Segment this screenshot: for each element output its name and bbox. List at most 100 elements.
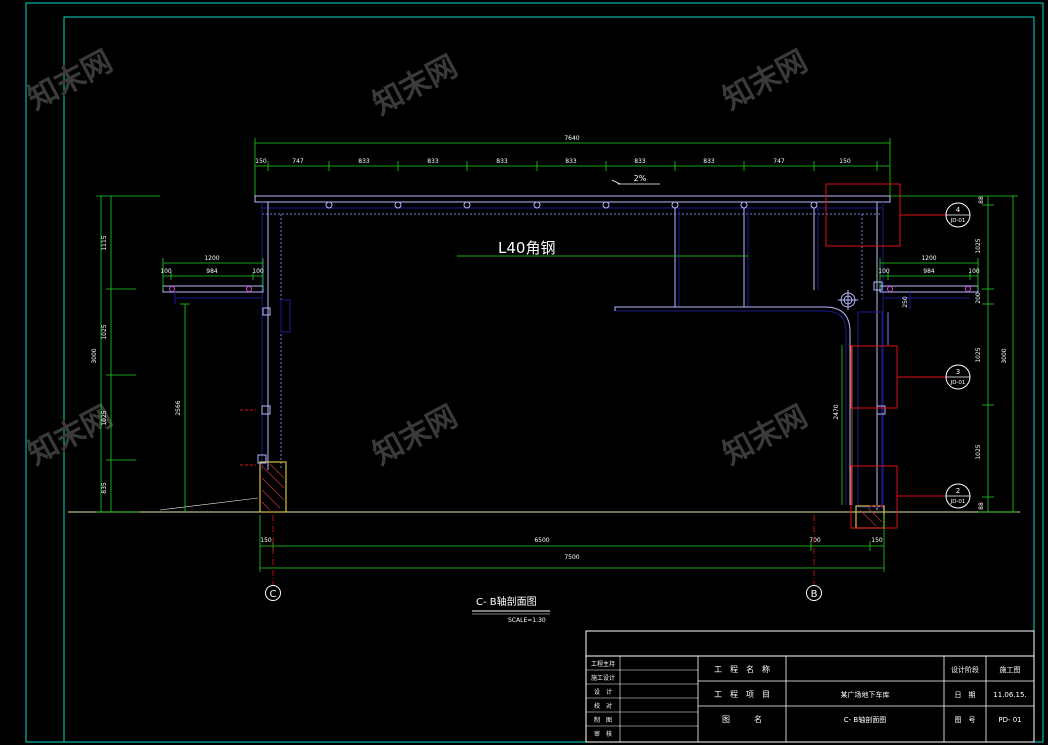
- callout-number: 4: [956, 206, 961, 214]
- watermarks: 知末网 知末网 知末网 知末网 知末网 知末网: [22, 44, 813, 472]
- watermark: 知末网: [367, 49, 463, 122]
- drawing-scale: SCALE=1:30: [508, 617, 546, 624]
- tb-row-label: 设 计: [594, 688, 612, 696]
- tb-drawing-name-label: 图 名: [722, 714, 762, 724]
- watermark: 知末网: [22, 399, 118, 472]
- tb-stage-label: 设计阶段: [951, 665, 979, 674]
- axis-label-c: C: [270, 589, 277, 600]
- segment-label: 833: [358, 158, 370, 165]
- pipe-symbol: [838, 290, 858, 310]
- tb-row-label: 施工设计: [591, 674, 615, 682]
- roof-structure: [254, 195, 891, 510]
- callout-3: 3 JD-01: [945, 364, 971, 390]
- tb-row-label: 制 图: [594, 716, 612, 724]
- height-segment: 1025: [975, 444, 982, 459]
- height-total: 3000: [91, 348, 98, 363]
- right-canopy: [879, 285, 979, 310]
- watermark: 知末网: [717, 44, 813, 117]
- bottom-dimension-texts: 150 6500 700 150 7500: [260, 537, 883, 561]
- watermark: 知末网: [717, 399, 813, 472]
- segment-label: 747: [773, 158, 785, 165]
- canopy-segment: 100: [968, 268, 980, 275]
- callout-ref: JD-01: [950, 499, 966, 505]
- tb-project-item-label: 工 程 项 目: [714, 690, 770, 699]
- tb-row-label: 工程主持: [591, 660, 615, 668]
- canopy-segment: 100: [878, 268, 890, 275]
- right-footing: [855, 505, 885, 529]
- segment-label: 833: [427, 158, 439, 165]
- segment-label: 833: [703, 158, 715, 165]
- tb-row-label: 校 对: [594, 702, 612, 710]
- height-segment: 1025: [101, 324, 108, 339]
- left-canopy: [162, 285, 264, 304]
- slope-line: [611, 179, 621, 185]
- segment-label: 833: [565, 158, 577, 165]
- tb-drawing-name-value: C- B轴剖面图: [844, 715, 886, 724]
- height-segment: 1025: [975, 347, 982, 362]
- left-brace: [159, 497, 259, 511]
- segment-label: 747: [292, 158, 304, 165]
- title-block: 工程主持 施工设计 设 计 校 对 制 图 审 核 工 程 名 称 工 程 项 …: [585, 630, 1035, 743]
- watermark: 知末网: [22, 44, 118, 117]
- canopy-segment: 984: [206, 268, 218, 275]
- segment-label: 150: [255, 158, 267, 165]
- axis-markers: C B: [265, 515, 822, 601]
- connectors: [261, 281, 886, 415]
- right-height-texts: 3000 88 1025 1025 1025 88 250 200 2470: [833, 196, 1008, 510]
- height-segment: 835: [101, 482, 108, 494]
- slope-label: 2%: [634, 174, 647, 183]
- top-dimension-texts: 7640 150 747 833 833 833 833 833 833 747…: [255, 135, 851, 165]
- height-segment: 1115: [101, 235, 108, 250]
- tb-number-label: 图 号: [955, 716, 976, 724]
- left-height-dimension: [96, 195, 190, 513]
- bottom-overall: 7500: [564, 554, 579, 561]
- canopy-segment: 100: [160, 268, 172, 275]
- curved-member: [614, 306, 851, 505]
- tb-date-label: 日 期: [955, 691, 976, 699]
- segment-label: 833: [496, 158, 508, 165]
- overall-width-label: 7640: [564, 135, 579, 142]
- drawing-title: C- B轴剖面图: [476, 595, 537, 608]
- right-height-dimension: [841, 195, 1018, 513]
- right-canopy-texts: 1200 100 984 100: [878, 255, 980, 275]
- callout-boxes: [825, 183, 946, 529]
- segment-label: 6500: [534, 537, 549, 544]
- tb-row-label: 审 核: [594, 730, 612, 738]
- bottom-dimension: [259, 515, 885, 572]
- axis-label-b: B: [811, 589, 818, 600]
- tb-project-name-label: 工 程 名 称: [714, 664, 770, 674]
- tb-project-item-value: 某广场地下车库: [841, 690, 890, 699]
- height-segment: 88: [978, 502, 985, 510]
- segment-label: 150: [839, 158, 851, 165]
- tb-stage-value: 施工图: [1000, 665, 1021, 674]
- canopy-overall: 1200: [204, 255, 219, 262]
- canopy-segment: 984: [923, 268, 935, 275]
- callout-ref: JD-01: [950, 380, 966, 386]
- callout-4: 4 JD-01: [945, 202, 971, 228]
- purlins: [325, 201, 818, 209]
- height-extra: 250: [902, 296, 909, 308]
- member-label: L40角钢: [498, 239, 555, 257]
- canopy-segment: 100: [252, 268, 264, 275]
- tb-date-value: 11.06.15.: [993, 691, 1026, 699]
- height-inner: 2566: [175, 400, 182, 415]
- segment-label: 150: [871, 537, 883, 544]
- segment-label: 150: [260, 537, 272, 544]
- canopy-overall: 1200: [921, 255, 936, 262]
- watermark: 知末网: [367, 399, 463, 472]
- segment-label: 700: [809, 537, 821, 544]
- callout-ref: JD-01: [950, 218, 966, 224]
- cad-drawing: 知末网 知末网 知末网 知末网 知末网 知末网 7640 150 747 833…: [22, 2, 1044, 743]
- segment-label: 833: [634, 158, 646, 165]
- left-canopy-texts: 1200 100 984 100: [160, 255, 264, 275]
- height-segment: 1025: [975, 238, 982, 253]
- height-segment: 1025: [101, 410, 108, 425]
- height-total: 3000: [1001, 348, 1008, 363]
- height-extra: 200: [975, 292, 982, 304]
- top-dimension: [254, 138, 891, 196]
- hangers: [674, 208, 819, 307]
- callout-number: 3: [956, 368, 960, 376]
- tb-number-value: PD- 01: [998, 716, 1021, 724]
- height-inner: 2470: [833, 404, 840, 419]
- callout-2: 2 JD-01: [945, 483, 971, 509]
